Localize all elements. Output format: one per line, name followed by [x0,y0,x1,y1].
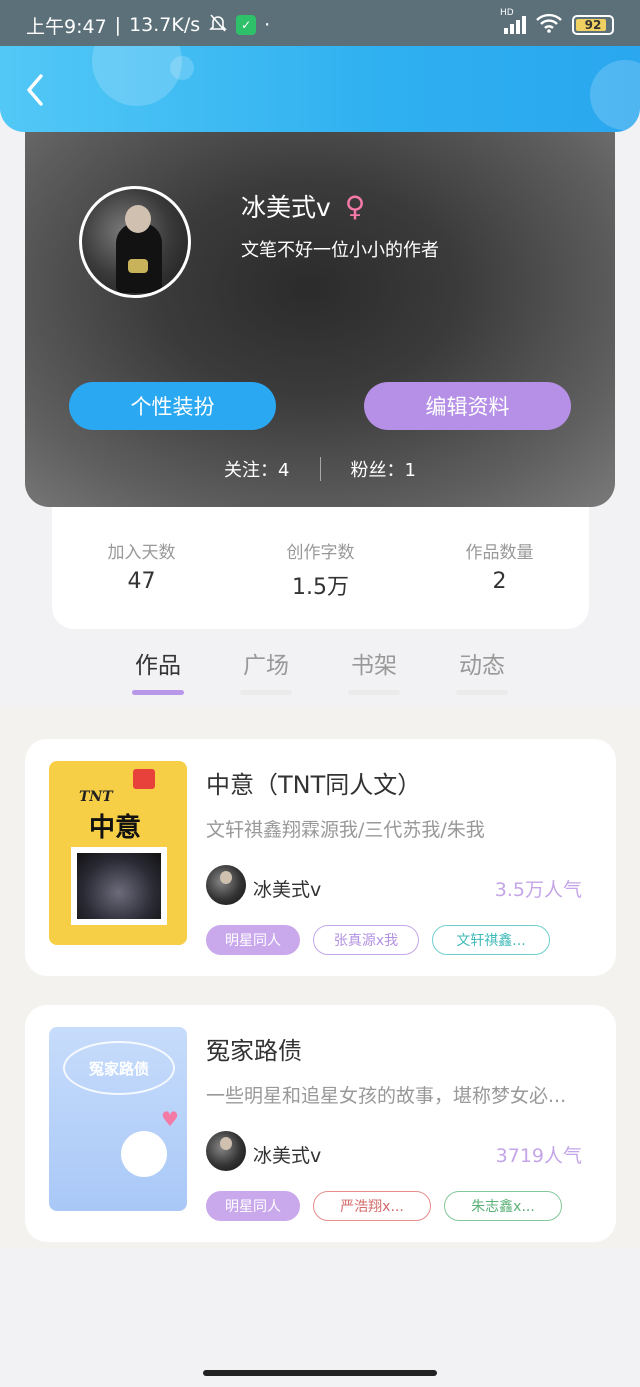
profile-header-card: 冰美式v ♀ 文笔不好一位小小的作者 个性装扮 编辑资料 关注：4 粉丝：1 [25,110,615,507]
style-decoration-button[interactable]: 个性装扮 [69,382,276,430]
tab-label: 书架 [351,653,397,679]
author-avatar [206,1131,246,1171]
popularity-count: 3719人气 [495,1145,582,1167]
hd-label: HD [500,8,514,18]
stat-works-count: 作品数量 2 [410,538,589,629]
cover-tag-text: TNT [79,789,113,805]
chevron-left-icon [27,74,43,106]
work-description: 文轩祺鑫翔霖源我/三代苏我/朱我 [206,819,485,841]
status-divider: | [114,14,122,36]
bear-illustration [121,1131,167,1177]
tag[interactable]: 文轩祺鑫... [432,925,550,955]
stat-join-days: 加入天数 47 [52,538,231,629]
battery-level: 92 [584,18,602,32]
stat-value: 2 [492,569,507,594]
tag[interactable]: 严浩翔x... [313,1191,431,1221]
home-indicator[interactable] [203,1370,437,1376]
content-tabs: 作品 广场 书架 动态 [104,646,536,698]
profile-avatar[interactable] [79,186,191,298]
tab-indicator [132,690,184,695]
tab-bookshelf[interactable]: 书架 [320,646,428,698]
mute-bell-icon [208,13,228,38]
status-dot: · [264,14,271,36]
work-card[interactable]: 冤家路债 ♥ 冤家路债 一些明星和追星女孩的故事，堪称梦女必... 冰美式v 3… [25,1005,616,1242]
tag[interactable]: 张真源x我 [313,925,419,955]
followers-count[interactable]: 粉丝：1 [351,456,416,482]
stat-label: 作品数量 [465,543,534,563]
profile-bio: 文笔不好一位小小的作者 [241,240,439,261]
status-time: 上午9:47 [26,15,107,38]
edit-profile-button[interactable]: 编辑资料 [364,382,571,430]
following-count[interactable]: 关注：4 [224,456,289,482]
tab-square[interactable]: 广场 [212,646,320,698]
tab-works[interactable]: 作品 [104,646,212,698]
tab-label: 广场 [243,653,289,679]
tab-activity[interactable]: 动态 [428,646,536,698]
author-name: 冰美式v [253,879,322,901]
female-gender-icon: ♀ [344,189,366,223]
signal-icon: HD [500,8,526,34]
stat-label: 创作字数 [286,543,355,563]
tag[interactable]: 明星同人 [206,1191,300,1221]
work-description: 一些明星和追星女孩的故事，堪称梦女必... [206,1085,567,1107]
status-bar: 上午9:47 | 13.7K/s ✓ · HD 92 [0,0,640,50]
profile-name-row: 冰美式v ♀ [241,188,365,224]
wifi-icon [536,13,562,38]
cover-title-text: 中意 [89,813,142,843]
work-cover[interactable]: 冤家路债 ♥ [49,1027,187,1211]
tag[interactable]: 朱志鑫x... [444,1191,562,1221]
divider [319,457,321,481]
work-cover[interactable]: TNT 中意 [49,761,187,945]
follow-stats-row: 关注：4 粉丝：1 [25,456,615,482]
work-title[interactable]: 冤家路债 [206,1031,302,1066]
stat-label: 加入天数 [107,543,176,563]
stats-card: 加入天数 47 创作字数 1.5万 作品数量 2 [52,490,589,629]
author-name: 冰美式v [253,1145,322,1167]
work-title[interactable]: 中意（TNT同人文） [206,765,421,800]
top-nav-bar [0,46,640,132]
tag[interactable]: 明星同人 [206,925,300,955]
shield-icon: ✓ [236,15,257,35]
work-card[interactable]: TNT 中意 中意（TNT同人文） 文轩祺鑫翔霖源我/三代苏我/朱我 冰美式v … [25,739,616,976]
network-speed: 13.7K/s [129,14,201,36]
battery-icon: 92 [572,15,614,35]
cover-title-text: 冤家路债 [63,1041,175,1095]
stat-value: 1.5万 [292,575,349,600]
author-avatar [206,865,246,905]
stat-value: 47 [127,569,156,594]
tab-label: 作品 [135,653,181,679]
cover-photo [71,847,167,925]
stat-word-count: 创作字数 1.5万 [231,538,410,629]
popularity-count: 3.5万人气 [494,879,582,901]
profile-name: 冰美式v [241,193,331,222]
tab-label: 动态 [459,653,505,679]
back-button[interactable] [18,70,52,110]
popcorn-icon [133,769,155,789]
heart-icon: ♥ [161,1107,179,1131]
